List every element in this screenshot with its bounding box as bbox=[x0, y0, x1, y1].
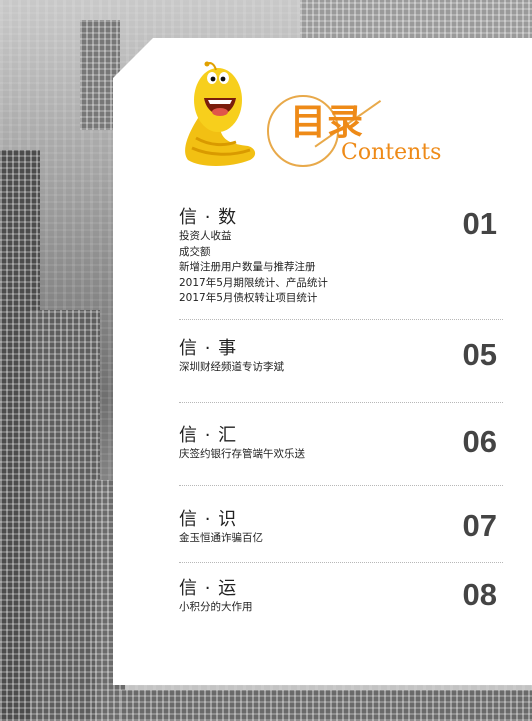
section-title: 信 · 汇 bbox=[179, 425, 238, 446]
divider bbox=[179, 562, 503, 563]
section-items: 庆签约银行存管端午欢乐送 bbox=[179, 447, 501, 463]
section-title: 信 · 运 bbox=[179, 578, 238, 599]
building-silhouette bbox=[30, 310, 100, 721]
section-item: 成交额 bbox=[179, 245, 211, 258]
building-silhouette bbox=[300, 0, 532, 40]
section-items: 投资人收益 成交额 新增注册用户数量与推荐注册 2017年5月期限统计、产品统计… bbox=[179, 229, 501, 307]
section-item: 2017年5月期限统计、产品统计 bbox=[179, 276, 328, 289]
divider bbox=[179, 319, 503, 320]
section-item: 庆签约银行存管端午欢乐送 bbox=[179, 448, 305, 460]
section-items: 深圳财经频道专访李斌 bbox=[179, 360, 501, 376]
section-item: 金玉恒通诈骗百亿 bbox=[179, 532, 263, 544]
page-subtitle: Contents bbox=[341, 140, 442, 165]
page-number: 05 bbox=[462, 337, 497, 372]
section-item: 深圳财经频道专访李斌 bbox=[179, 361, 284, 373]
section-title: 信 · 事 bbox=[179, 338, 238, 359]
toc-section[interactable]: 信 · 汇 庆签约银行存管端午欢乐送 06 bbox=[179, 425, 501, 463]
section-item: 小积分的大作用 bbox=[179, 601, 253, 613]
toc-section[interactable]: 信 · 事 深圳财经频道专访李斌 05 bbox=[179, 338, 501, 376]
page-number: 08 bbox=[462, 577, 497, 612]
toc-section[interactable]: 信 · 运 小积分的大作用 08 bbox=[179, 578, 501, 616]
section-items: 小积分的大作用 bbox=[179, 600, 501, 616]
section-item: 投资人收益 bbox=[179, 230, 232, 242]
toc-section[interactable]: 信 · 识 金玉恒通诈骗百亿 07 bbox=[179, 509, 501, 547]
divider bbox=[179, 485, 503, 486]
divider bbox=[179, 402, 503, 403]
page-number: 07 bbox=[462, 508, 497, 543]
larva-mascot-icon bbox=[185, 61, 256, 166]
section-item: 2017年5月债权转让项目统计 bbox=[179, 292, 318, 304]
section-title: 信 · 识 bbox=[179, 509, 238, 530]
section-items: 金玉恒通诈骗百亿 bbox=[179, 531, 501, 547]
building-silhouette bbox=[120, 690, 532, 721]
page-number: 06 bbox=[462, 424, 497, 459]
section-item: 新增注册用户数量与推荐注册 bbox=[179, 261, 316, 273]
page-title: 目录 bbox=[290, 102, 365, 143]
toc-section[interactable]: 信 · 数 投资人收益 成交额 新增注册用户数量与推荐注册 2017年5月期限统… bbox=[179, 207, 501, 307]
section-title: 信 · 数 bbox=[179, 207, 238, 228]
page-number: 01 bbox=[462, 206, 497, 241]
